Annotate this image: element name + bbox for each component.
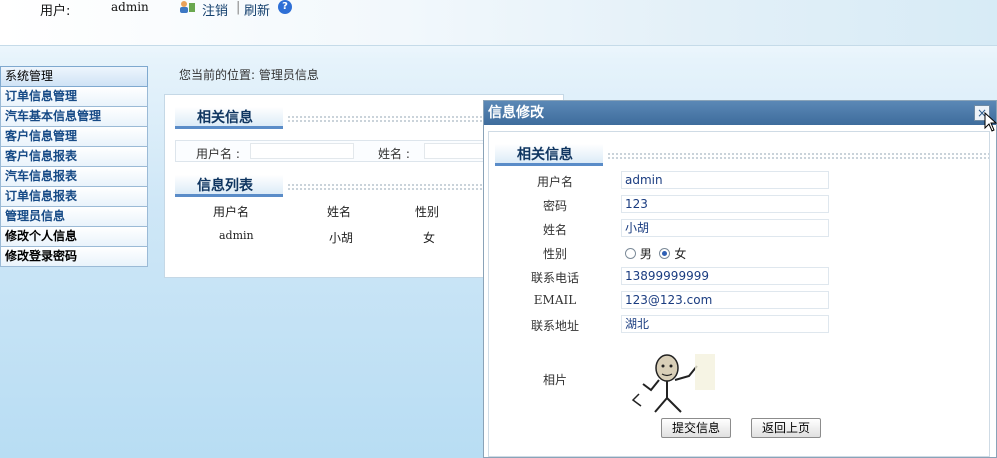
password-field[interactable]: 123 bbox=[621, 195, 829, 213]
username-field[interactable]: admin bbox=[621, 171, 829, 189]
section-divider bbox=[607, 152, 989, 160]
label-photo: 相片 bbox=[542, 373, 567, 387]
sidebar-item-admin-info[interactable]: 管理员信息 bbox=[0, 207, 148, 227]
username-label: 用户名 : bbox=[196, 147, 240, 161]
label-name: 姓名 bbox=[542, 223, 567, 237]
help-icon[interactable]: ? bbox=[278, 0, 292, 14]
user-label: 用户: bbox=[40, 4, 71, 19]
dialog-section: 相关信息 bbox=[495, 144, 989, 166]
back-button[interactable]: 返回上页 bbox=[751, 418, 822, 438]
name-field[interactable]: 小胡 bbox=[621, 219, 829, 237]
user-value: admin bbox=[111, 0, 149, 14]
row-email: EMAIL 123@123.com bbox=[489, 290, 989, 312]
sidebar-item-order-report[interactable]: 订单信息报表 bbox=[0, 187, 148, 207]
sidebar-item-customer-management[interactable]: 客户信息管理 bbox=[0, 127, 148, 147]
sidebar-item-order-management[interactable]: 订单信息管理 bbox=[0, 87, 148, 107]
radio-male[interactable] bbox=[625, 248, 636, 259]
radio-male-label: 男 bbox=[639, 247, 652, 261]
user-logout-icon[interactable] bbox=[178, 0, 196, 14]
column-header-name: 姓名 bbox=[327, 205, 352, 219]
section-title-related: 相关信息 bbox=[175, 107, 283, 129]
dialog-titlebar[interactable]: 信息修改 bbox=[484, 101, 996, 125]
label-username: 用户名 bbox=[536, 175, 573, 189]
row-address: 联系地址 湖北 bbox=[489, 314, 989, 336]
radio-female[interactable] bbox=[659, 248, 671, 259]
label-email: EMAIL bbox=[533, 293, 577, 307]
gender-radio-group: 男 女 bbox=[625, 245, 686, 262]
row-gender: 性别 男 女 bbox=[489, 242, 989, 264]
dialog-title: 信息修改 bbox=[488, 105, 544, 121]
username-search-field[interactable] bbox=[250, 143, 354, 159]
row-phone: 联系电话 13899999999 bbox=[489, 266, 989, 288]
photo-image bbox=[625, 350, 721, 416]
email-field[interactable]: 123@123.com bbox=[621, 291, 829, 309]
sidebar-item-edit-profile[interactable]: 修改个人信息 bbox=[0, 227, 148, 247]
dialog-body: 相关信息 用户名 admin 密码 123 姓名 小胡 性别 男 女 联系电话 bbox=[488, 131, 990, 457]
sidebar-item-customer-report[interactable]: 客户信息报表 bbox=[0, 147, 148, 167]
sidebar-item-car-info-management[interactable]: 汽车基本信息管理 bbox=[0, 107, 148, 127]
separator: | bbox=[236, 0, 241, 15]
cell-gender: 女 bbox=[423, 231, 436, 245]
row-username: 用户名 admin bbox=[489, 170, 989, 192]
sidebar-header[interactable]: 系统管理 bbox=[0, 66, 148, 87]
label-address: 联系地址 bbox=[530, 319, 579, 333]
label-password: 密码 bbox=[542, 199, 567, 213]
row-name: 姓名 小胡 bbox=[489, 218, 989, 240]
column-header-username: 用户名 bbox=[213, 205, 250, 219]
cell-username: admin bbox=[219, 229, 254, 242]
label-phone: 联系电话 bbox=[530, 271, 579, 285]
logout-link[interactable]: 注销 bbox=[202, 0, 228, 19]
submit-button[interactable]: 提交信息 bbox=[661, 418, 732, 438]
edit-dialog: 信息修改 × 相关信息 用户名 admin 密码 123 姓名 小胡 性别 男 … bbox=[483, 100, 997, 458]
name-label: 姓名 : bbox=[378, 147, 410, 161]
row-photo: 相片 bbox=[489, 368, 989, 390]
name-search-field[interactable] bbox=[424, 143, 484, 159]
refresh-link[interactable]: 刷新 bbox=[244, 0, 270, 19]
row-password: 密码 123 bbox=[489, 194, 989, 216]
sidebar: 系统管理 订单信息管理 汽车基本信息管理 客户信息管理 客户信息报表 汽车信息报… bbox=[0, 66, 148, 267]
label-gender: 性别 bbox=[542, 247, 567, 261]
section-title-list: 信息列表 bbox=[175, 175, 283, 197]
phone-field[interactable]: 13899999999 bbox=[621, 267, 829, 285]
sidebar-item-car-report[interactable]: 汽车信息报表 bbox=[0, 167, 148, 187]
radio-female-label: 女 bbox=[674, 247, 687, 261]
cell-name: 小胡 bbox=[329, 231, 354, 245]
mouse-cursor-icon bbox=[984, 112, 997, 132]
address-field[interactable]: 湖北 bbox=[621, 315, 829, 333]
top-bar: 用户: admin 注销 | 刷新 ? bbox=[0, 0, 997, 46]
sidebar-item-change-password[interactable]: 修改登录密码 bbox=[0, 247, 148, 267]
dialog-section-title: 相关信息 bbox=[495, 144, 603, 166]
column-header-gender: 性别 bbox=[415, 205, 440, 219]
breadcrumb: 您当前的位置: 管理员信息 bbox=[179, 68, 319, 82]
